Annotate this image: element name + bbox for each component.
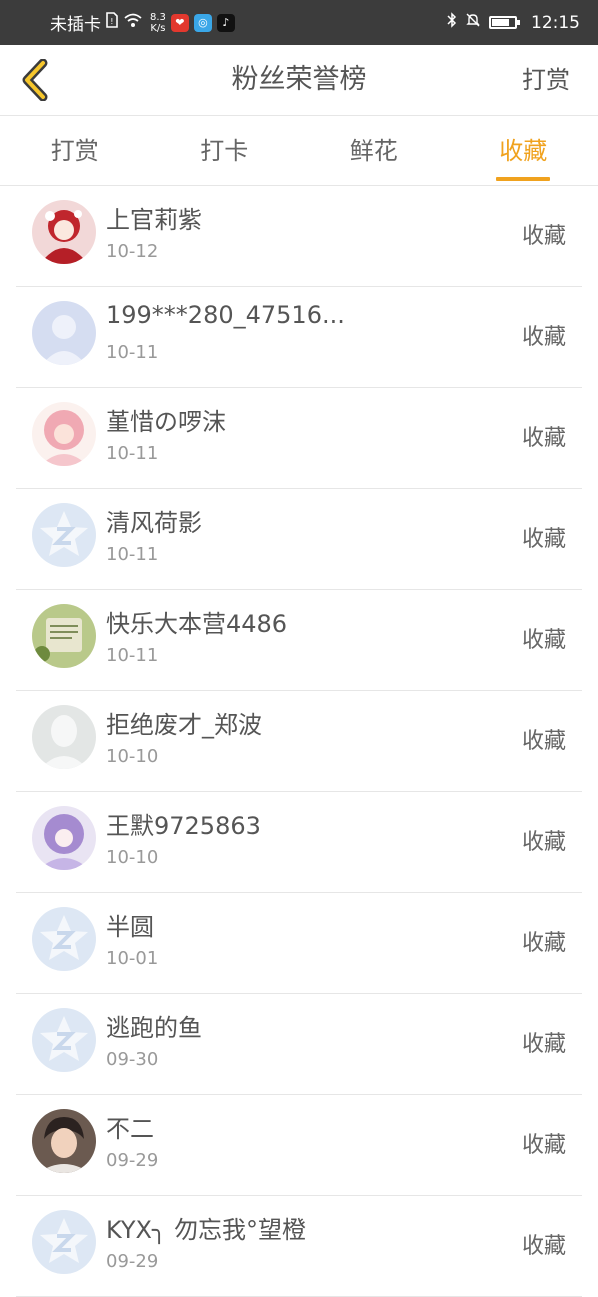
- favorite-label: 收藏: [522, 925, 566, 957]
- sim-icon: !: [106, 12, 118, 33]
- user-date: 10-11: [106, 544, 158, 565]
- list-item[interactable]: KYX╮ 勿忘我°望橙 09-29 收藏: [16, 1196, 582, 1297]
- list-item[interactable]: 不二 09-29 收藏: [16, 1095, 582, 1196]
- favorite-label: 收藏: [522, 723, 566, 755]
- bluetooth-icon: [447, 12, 457, 33]
- user-name: 王默9725863: [106, 806, 261, 841]
- tab-active-indicator: [496, 177, 550, 181]
- app-icon: ◎: [194, 14, 212, 32]
- svg-text:!: !: [110, 17, 113, 26]
- user-date: 09-29: [106, 1150, 158, 1171]
- app-header: 粉丝荣誉榜 打赏: [0, 45, 598, 116]
- tab-reward[interactable]: 打赏: [0, 116, 150, 185]
- user-name: 逃跑的鱼: [106, 1008, 202, 1043]
- user-name: 拒绝废才_郑波: [106, 705, 262, 740]
- user-date: 10-10: [106, 746, 158, 767]
- page-title: 粉丝荣誉榜: [0, 45, 598, 115]
- avatar: [32, 503, 96, 567]
- user-name: 不二: [106, 1109, 154, 1144]
- avatar: [32, 705, 96, 769]
- user-date: 10-11: [106, 443, 158, 464]
- list-item[interactable]: 半圆 10-01 收藏: [16, 893, 582, 994]
- list-item[interactable]: 逃跑的鱼 09-30 收藏: [16, 994, 582, 1095]
- tab-favorites[interactable]: 收藏: [449, 116, 598, 185]
- user-date: 10-11: [106, 342, 158, 363]
- user-name: 堇惜の啰沫: [106, 402, 226, 437]
- chevron-left-icon: [19, 59, 49, 101]
- favorite-label: 收藏: [522, 319, 566, 351]
- tiktok-icon: ♪: [217, 14, 235, 32]
- user-date: 10-10: [106, 847, 158, 868]
- user-name: 上官莉紫: [106, 200, 202, 235]
- battery-icon: [489, 16, 517, 29]
- favorite-label: 收藏: [522, 218, 566, 250]
- list-item[interactable]: 拒绝废才_郑波 10-10 收藏: [16, 691, 582, 792]
- back-button[interactable]: [12, 55, 56, 105]
- avatar: [32, 604, 96, 668]
- reward-button[interactable]: 打赏: [522, 45, 570, 115]
- avatar: [32, 200, 96, 264]
- favorite-label: 收藏: [522, 1026, 566, 1058]
- favorite-label: 收藏: [522, 824, 566, 856]
- user-name: KYX╮ 勿忘我°望橙: [106, 1210, 306, 1245]
- avatar: [32, 907, 96, 971]
- list-item[interactable]: 清风荷影 10-11 收藏: [16, 489, 582, 590]
- user-date: 10-01: [106, 948, 158, 969]
- favorite-label: 收藏: [522, 521, 566, 553]
- list-item[interactable]: 上官莉紫 10-12 收藏: [16, 186, 582, 287]
- user-date: 09-29: [106, 1251, 158, 1272]
- weibo-icon: ❤: [171, 14, 189, 32]
- mute-icon: [465, 12, 481, 33]
- avatar: [32, 1210, 96, 1274]
- list-item[interactable]: 快乐大本营4486 10-11 收藏: [16, 590, 582, 691]
- avatar: [32, 1109, 96, 1173]
- user-name: 199***280_47516...: [106, 301, 345, 329]
- fan-list: 上官莉紫 10-12 收藏 199***280_47516... 10-11 收…: [0, 186, 598, 1297]
- user-date: 10-12: [106, 241, 158, 262]
- clock: 12:15: [531, 13, 580, 33]
- avatar: [32, 402, 96, 466]
- carrier-label: 未插卡: [50, 10, 101, 35]
- favorite-label: 收藏: [522, 622, 566, 654]
- tab-flowers[interactable]: 鲜花: [299, 116, 449, 185]
- tab-bar: 打赏 打卡 鲜花 收藏: [0, 116, 598, 186]
- list-item[interactable]: 199***280_47516... 10-11 收藏: [16, 287, 582, 388]
- favorite-label: 收藏: [522, 1228, 566, 1260]
- user-date: 10-11: [106, 645, 158, 666]
- user-name: 快乐大本营4486: [106, 604, 287, 639]
- favorite-label: 收藏: [522, 1127, 566, 1159]
- status-bar: 未插卡 ! 8.3 K/s ❤ ◎ ♪ 12:15: [0, 0, 598, 45]
- favorite-label: 收藏: [522, 420, 566, 452]
- user-name: 清风荷影: [106, 503, 202, 538]
- wifi-icon: [123, 12, 143, 33]
- user-date: 09-30: [106, 1049, 158, 1070]
- avatar: [32, 1008, 96, 1072]
- avatar: [32, 301, 96, 365]
- tab-checkin[interactable]: 打卡: [150, 116, 300, 185]
- user-name: 半圆: [106, 907, 154, 942]
- avatar: [32, 806, 96, 870]
- network-speed: 8.3 K/s: [150, 12, 166, 34]
- list-item[interactable]: 王默9725863 10-10 收藏: [16, 792, 582, 893]
- list-item[interactable]: 堇惜の啰沫 10-11 收藏: [16, 388, 582, 489]
